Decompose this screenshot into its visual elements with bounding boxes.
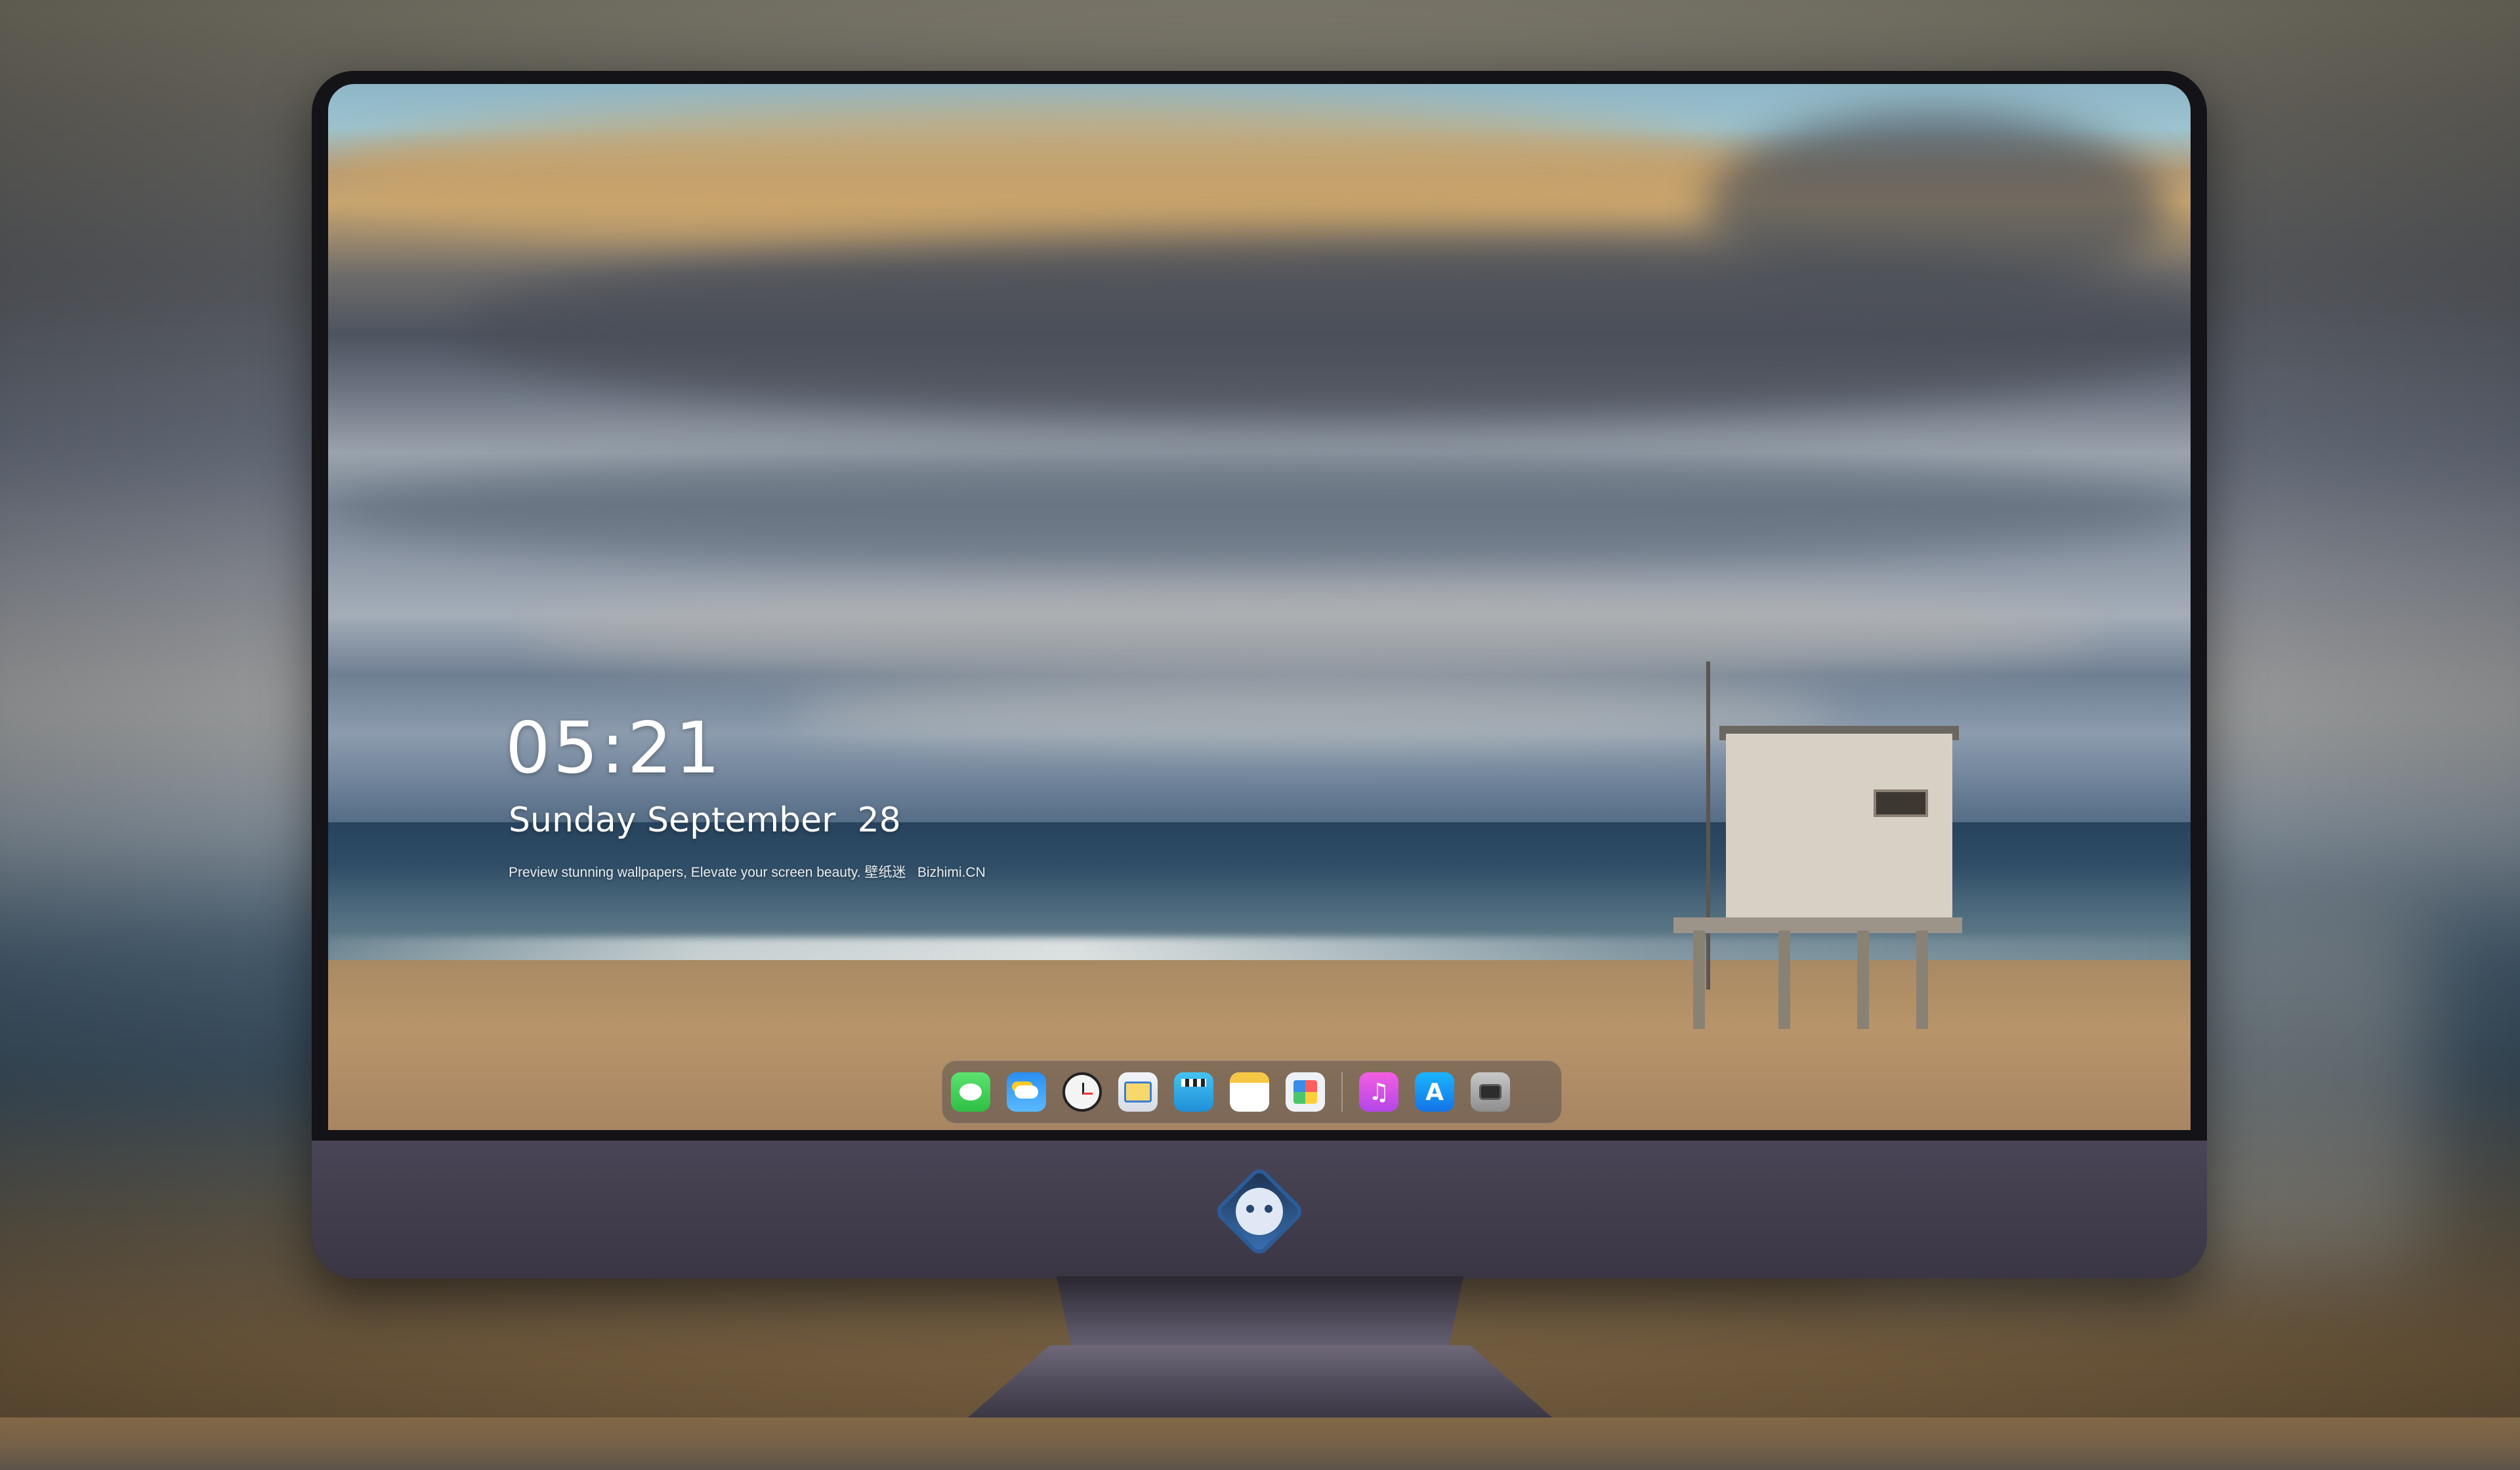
desktop-screen: 05:21 Sunday September 28 Preview stunni… — [328, 84, 2191, 1130]
hut-leg — [1857, 931, 1869, 1029]
hut-leg — [1916, 931, 1928, 1029]
music-icon[interactable]: ♫ — [1359, 1072, 1398, 1112]
preview-icon[interactable] — [1118, 1072, 1158, 1112]
hut-leg — [1778, 931, 1790, 1029]
notes-icon[interactable] — [1230, 1072, 1269, 1112]
camera-icon[interactable] — [1471, 1072, 1510, 1112]
wallpaper-tagline: Preview stunning wallpapers, Elevate you… — [509, 865, 986, 880]
messages-icon[interactable] — [951, 1072, 990, 1112]
dock: ♫ A — [942, 1060, 1562, 1124]
clips-icon[interactable] — [1174, 1072, 1213, 1112]
cloud — [1706, 110, 2166, 307]
hut-leg — [1693, 931, 1705, 1029]
lifeguard-hut — [1726, 734, 1952, 921]
clock-icon[interactable] — [1062, 1072, 1102, 1112]
monitor-stand-neck — [1057, 1276, 1463, 1355]
weather-icon[interactable] — [1007, 1072, 1046, 1112]
hut-pole — [1706, 662, 1710, 990]
cloud — [525, 583, 2100, 681]
hut-window — [1874, 789, 1928, 817]
clock-date: Sunday September 28 — [509, 801, 901, 840]
dock-divider — [1341, 1072, 1343, 1112]
monitor-chin — [312, 1141, 2207, 1278]
cloud — [328, 104, 1772, 248]
mascot-eyes — [1245, 1205, 1274, 1213]
monitor-stand-base — [968, 1345, 1552, 1418]
cloud — [788, 681, 1838, 747]
clock-time: 05:21 — [505, 707, 723, 789]
cloud — [328, 452, 2191, 570]
app-store-icon[interactable]: A — [1415, 1072, 1454, 1112]
photos-icon[interactable] — [1286, 1072, 1325, 1112]
